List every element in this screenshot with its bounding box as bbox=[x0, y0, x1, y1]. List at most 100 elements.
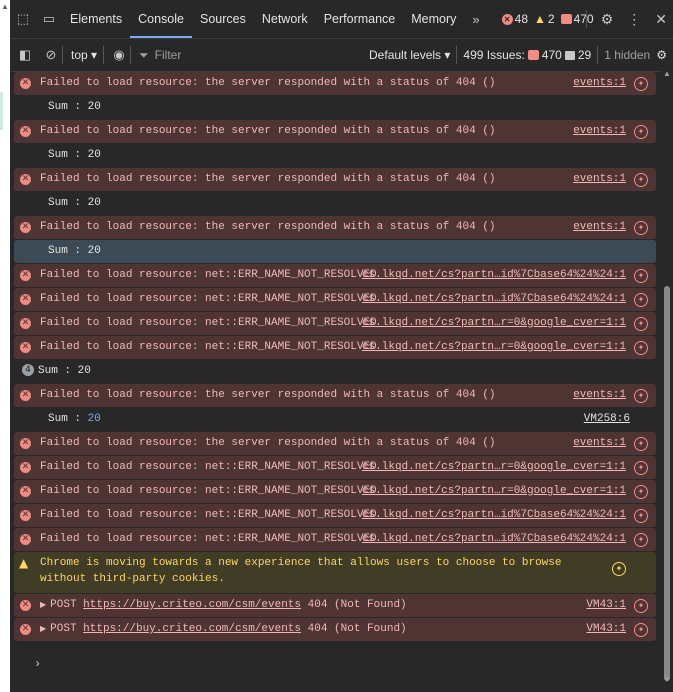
tab-memory[interactable]: Memory bbox=[403, 0, 464, 38]
console-settings-gear-icon[interactable]: ⚙ bbox=[656, 48, 667, 62]
filter-icon: ⏷ bbox=[139, 47, 149, 62]
ai-insights-icon[interactable]: ✦ bbox=[634, 269, 648, 283]
console-scrollbar[interactable]: ▲ ▼ bbox=[661, 69, 673, 692]
context-selector[interactable]: top ▾ bbox=[71, 48, 97, 62]
more-tabs-button[interactable]: » bbox=[464, 12, 487, 27]
scroll-up-icon[interactable]: ▲ bbox=[1, 2, 9, 11]
scroll-down-arrow-icon[interactable]: ▼ bbox=[663, 675, 671, 684]
tab-console[interactable]: Console bbox=[130, 0, 192, 38]
expand-triangle-icon[interactable]: ▶ bbox=[40, 601, 46, 610]
clear-console-icon[interactable]: ⊘ bbox=[40, 47, 62, 63]
device-toolbar-icon[interactable]: ▭ bbox=[36, 11, 62, 27]
ai-insights-icon[interactable]: ✦ bbox=[634, 509, 648, 523]
warning-icon: ▲ bbox=[19, 556, 29, 570]
console-log-row[interactable]: Sum : 20 bbox=[14, 192, 656, 215]
expand-triangle-icon[interactable]: ▶ bbox=[40, 625, 46, 634]
source-link[interactable]: cs.lkqd.net/cs?partn…r=0&google_cver=1:1 bbox=[362, 456, 626, 479]
console-log-row[interactable]: Sum : 20 bbox=[14, 96, 656, 119]
console-error-row[interactable]: ✕ Failed to load resource: net::ERR_NAME_… bbox=[14, 336, 656, 359]
console-error-row[interactable]: ✕ Failed to load resource: net::ERR_NAME_… bbox=[14, 504, 656, 527]
console-log-row-grouped[interactable]: 4 Sum : 20 bbox=[14, 360, 656, 383]
console-log-row-selected[interactable]: Sum : 20 bbox=[14, 240, 656, 263]
console-error-row[interactable]: ✕ Failed to load resource: the server res… bbox=[14, 72, 656, 95]
ai-insights-icon[interactable]: ✦ bbox=[634, 461, 648, 475]
log-levels-dropdown[interactable]: Default levels ▾ bbox=[369, 48, 450, 62]
console-log-row[interactable]: Sum : 20 bbox=[14, 144, 656, 167]
ai-insights-icon[interactable]: ✦ bbox=[634, 173, 648, 187]
source-link[interactable]: cs.lkqd.net/cs?partn…id%7Cbase64%24%24:1 bbox=[362, 528, 626, 551]
console-log-row[interactable]: Sum : 20 VM258:6 bbox=[14, 408, 656, 431]
message-text: Failed to load resource: the server resp… bbox=[40, 221, 496, 233]
ai-insights-icon[interactable]: ✦ bbox=[634, 389, 648, 403]
ai-insights-icon[interactable]: ✦ bbox=[634, 293, 648, 307]
console-error-row[interactable]: ✕ Failed to load resource: net::ERR_NAME_… bbox=[14, 264, 656, 287]
ai-insights-icon[interactable]: ✦ bbox=[634, 317, 648, 331]
message-text: Failed to load resource: net::ERR_NAME_N… bbox=[40, 533, 377, 545]
console-error-row[interactable]: ✕ Failed to load resource: the server res… bbox=[14, 432, 656, 455]
sidebar-toggle-icon[interactable]: ◧ bbox=[14, 47, 36, 63]
filter-input[interactable]: ⏷ Filter bbox=[139, 47, 182, 63]
tab-sources[interactable]: Sources bbox=[192, 0, 254, 38]
ai-insights-icon[interactable]: ✦ bbox=[634, 437, 648, 451]
console-error-row[interactable]: ✕ Failed to load resource: the server res… bbox=[14, 384, 656, 407]
source-link[interactable]: events:1 bbox=[573, 120, 626, 143]
console-error-row[interactable]: ✕ Failed to load resource: net::ERR_NAME_… bbox=[14, 528, 656, 551]
ai-insights-icon[interactable]: ✦ bbox=[634, 533, 648, 547]
scroll-up-arrow-icon[interactable]: ▲ bbox=[663, 69, 671, 78]
ai-insights-icon[interactable]: ✦ bbox=[634, 77, 648, 91]
source-link[interactable]: cs.lkqd.net/cs?partn…id%7Cbase64%24%24:1 bbox=[362, 264, 626, 287]
source-link[interactable]: VM258:6 bbox=[584, 408, 630, 431]
source-link[interactable]: events:1 bbox=[573, 384, 626, 407]
source-link[interactable]: cs.lkqd.net/cs?partn…r=0&google_cver=1:1 bbox=[362, 312, 626, 335]
ai-insights-icon[interactable]: ✦ bbox=[634, 221, 648, 235]
console-error-row[interactable]: ✕ Failed to load resource: the server res… bbox=[14, 120, 656, 143]
inspect-element-icon[interactable]: ⬚ bbox=[10, 11, 36, 27]
issues-button[interactable]: 499 Issues: 470 29 bbox=[463, 48, 591, 62]
console-error-row[interactable]: ✕ Failed to load resource: the server res… bbox=[14, 168, 656, 191]
scroll-thumb[interactable] bbox=[664, 286, 670, 681]
console-error-row[interactable]: ✕ Failed to load resource: net::ERR_NAME_… bbox=[14, 480, 656, 503]
source-link[interactable]: events:1 bbox=[573, 168, 626, 191]
console-error-row[interactable]: ✕ Failed to load resource: the server res… bbox=[14, 216, 656, 239]
tab-performance[interactable]: Performance bbox=[316, 0, 404, 38]
ai-insights-icon[interactable]: ✦ bbox=[634, 623, 648, 637]
ai-insights-icon[interactable]: ✦ bbox=[634, 485, 648, 499]
ai-insights-icon[interactable]: ✦ bbox=[634, 125, 648, 139]
ai-insights-icon[interactable]: ✦ bbox=[634, 599, 648, 613]
source-link[interactable]: events:1 bbox=[573, 432, 626, 455]
ai-insights-icon[interactable]: ✦ bbox=[612, 562, 626, 576]
source-link[interactable]: VM43:1 bbox=[586, 618, 626, 641]
console-warning-row[interactable]: ▲ Chrome is moving towards a new experien… bbox=[14, 552, 656, 593]
console-prompt-input[interactable]: › bbox=[10, 652, 673, 676]
source-link[interactable]: cs.lkqd.net/cs?partn…r=0&google_cver=1:1 bbox=[362, 336, 626, 359]
request-url[interactable]: https://buy.criteo.com/csm/events bbox=[83, 599, 301, 611]
warning-icon: ▲ bbox=[534, 12, 546, 26]
source-link[interactable]: events:1 bbox=[573, 72, 626, 95]
source-link[interactable]: cs.lkqd.net/cs?partn…id%7Cbase64%24%24:1 bbox=[362, 288, 626, 311]
network-error-row[interactable]: ✕ ▶ POST https://buy.criteo.com/csm/events… bbox=[14, 594, 656, 617]
console-error-row[interactable]: ✕ Failed to load resource: net::ERR_NAME_… bbox=[14, 288, 656, 311]
console-error-row[interactable]: ✕ Failed to load resource: net::ERR_NAME_… bbox=[14, 456, 656, 479]
tab-network[interactable]: Network bbox=[254, 0, 316, 38]
error-icon: ✕ bbox=[501, 13, 513, 25]
settings-gear-icon[interactable]: ⚙ bbox=[601, 11, 614, 28]
counters[interactable]: ✕ 48 ▲ 2 470 bbox=[501, 12, 594, 26]
tabbar-actions: ⚙ ⋮ ✕ bbox=[585, 0, 667, 38]
live-expression-eye-icon[interactable]: ◉ bbox=[108, 47, 130, 63]
message-text: Failed to load resource: the server resp… bbox=[40, 173, 496, 185]
close-icon[interactable]: ✕ bbox=[655, 11, 667, 28]
request-url[interactable]: https://buy.criteo.com/csm/events bbox=[83, 623, 301, 635]
source-link[interactable]: cs.lkqd.net/cs?partn…r=0&google_cver=1:1 bbox=[362, 480, 626, 503]
source-link[interactable]: cs.lkqd.net/cs?partn…id%7Cbase64%24%24:1 bbox=[362, 504, 626, 527]
message-text: Failed to load resource: net::ERR_NAME_N… bbox=[40, 341, 377, 353]
repeat-count-badge: 4 bbox=[22, 364, 34, 377]
error-icon: ✕ bbox=[20, 486, 31, 497]
source-link[interactable]: VM43:1 bbox=[586, 594, 626, 617]
tab-elements[interactable]: Elements bbox=[62, 0, 130, 38]
console-error-row[interactable]: ✕ Failed to load resource: net::ERR_NAME_… bbox=[14, 312, 656, 335]
ai-insights-icon[interactable]: ✦ bbox=[634, 341, 648, 355]
message-text: Failed to load resource: the server resp… bbox=[40, 389, 496, 401]
source-link[interactable]: events:1 bbox=[573, 216, 626, 239]
kebab-menu-icon[interactable]: ⋮ bbox=[627, 11, 641, 28]
network-error-row[interactable]: ✕ ▶ POST https://buy.criteo.com/csm/events… bbox=[14, 618, 656, 641]
